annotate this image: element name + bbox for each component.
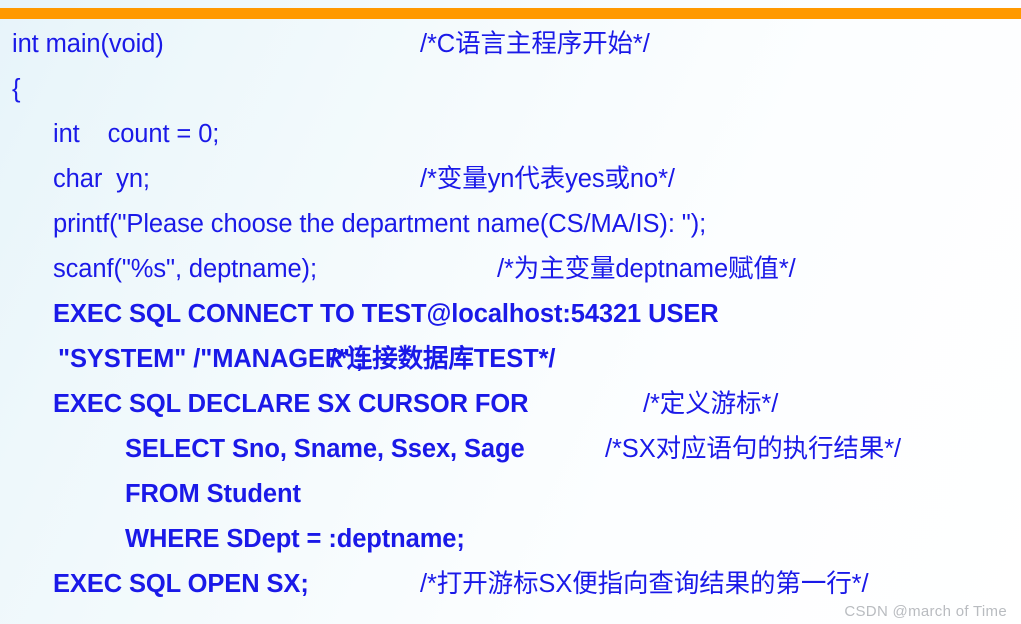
code-statement: EXEC SQL CONNECT TO TEST@localhost:54321… bbox=[53, 300, 719, 328]
code-statement: scanf("%s", deptname); bbox=[53, 255, 317, 283]
code-line: printf("Please choose the department nam… bbox=[0, 202, 1021, 247]
code-listing: int main(void) /*C语言主程序开始*/ { int count = 0… bbox=[0, 22, 1021, 607]
code-statement: WHERE SDept = :deptname; bbox=[125, 525, 465, 553]
code-comment: /*为主变量deptname赋值*/ bbox=[497, 255, 796, 283]
code-line: int count = 0; bbox=[0, 112, 1021, 157]
code-comment: /*C语言主程序开始*/ bbox=[420, 30, 650, 58]
code-line: scanf("%s", deptname); /*为主变量deptname赋值*/ bbox=[0, 247, 1021, 292]
slide-canvas: int main(void) /*C语言主程序开始*/ { int count = 0… bbox=[0, 0, 1021, 624]
code-comment: /*连接数据库TEST*/ bbox=[330, 345, 556, 373]
watermark-label: CSDN @march of Time bbox=[844, 603, 1007, 620]
code-statement: printf("Please choose the department nam… bbox=[53, 210, 707, 238]
code-statement: EXEC SQL DECLARE SX CURSOR FOR bbox=[53, 390, 529, 418]
code-line: "SYSTEM" /"MANAGER";/*连接数据库TEST*/ bbox=[0, 337, 1021, 382]
code-statement: "SYSTEM" /"MANAGER"; bbox=[58, 345, 364, 373]
code-line: EXEC SQL CONNECT TO TEST@localhost:54321… bbox=[0, 292, 1021, 337]
code-statement: char yn; bbox=[53, 165, 150, 193]
code-comment: /*定义游标*/ bbox=[643, 390, 779, 418]
code-comment: /*SX对应语句的执行结果*/ bbox=[605, 435, 902, 463]
code-line: WHERE SDept = :deptname; bbox=[0, 517, 1021, 562]
code-line: FROM Student bbox=[0, 472, 1021, 517]
code-comment: /*打开游标SX便指向查询结果的第一行*/ bbox=[420, 570, 869, 598]
code-statement: { bbox=[12, 75, 21, 103]
code-line: int main(void) /*C语言主程序开始*/ bbox=[0, 22, 1021, 67]
code-line: SELECT Sno, Sname, Ssex, Sage /*SX对应语句的执行… bbox=[0, 427, 1021, 472]
code-comment: /*变量yn代表yes或no*/ bbox=[420, 165, 675, 193]
code-line: { bbox=[0, 67, 1021, 112]
code-statement: int count = 0; bbox=[53, 120, 220, 148]
code-statement: FROM Student bbox=[125, 480, 301, 508]
code-statement: EXEC SQL OPEN SX; bbox=[53, 570, 309, 598]
code-statement: int main(void) bbox=[12, 30, 164, 58]
top-accent-rule bbox=[0, 8, 1021, 19]
code-line: EXEC SQL OPEN SX; /*打开游标SX便指向查询结果的第一行*/ bbox=[0, 562, 1021, 607]
code-line: char yn; /*变量yn代表yes或no*/ bbox=[0, 157, 1021, 202]
code-line: EXEC SQL DECLARE SX CURSOR FOR /*定义游标*/ bbox=[0, 382, 1021, 427]
code-statement: SELECT Sno, Sname, Ssex, Sage bbox=[125, 435, 525, 463]
